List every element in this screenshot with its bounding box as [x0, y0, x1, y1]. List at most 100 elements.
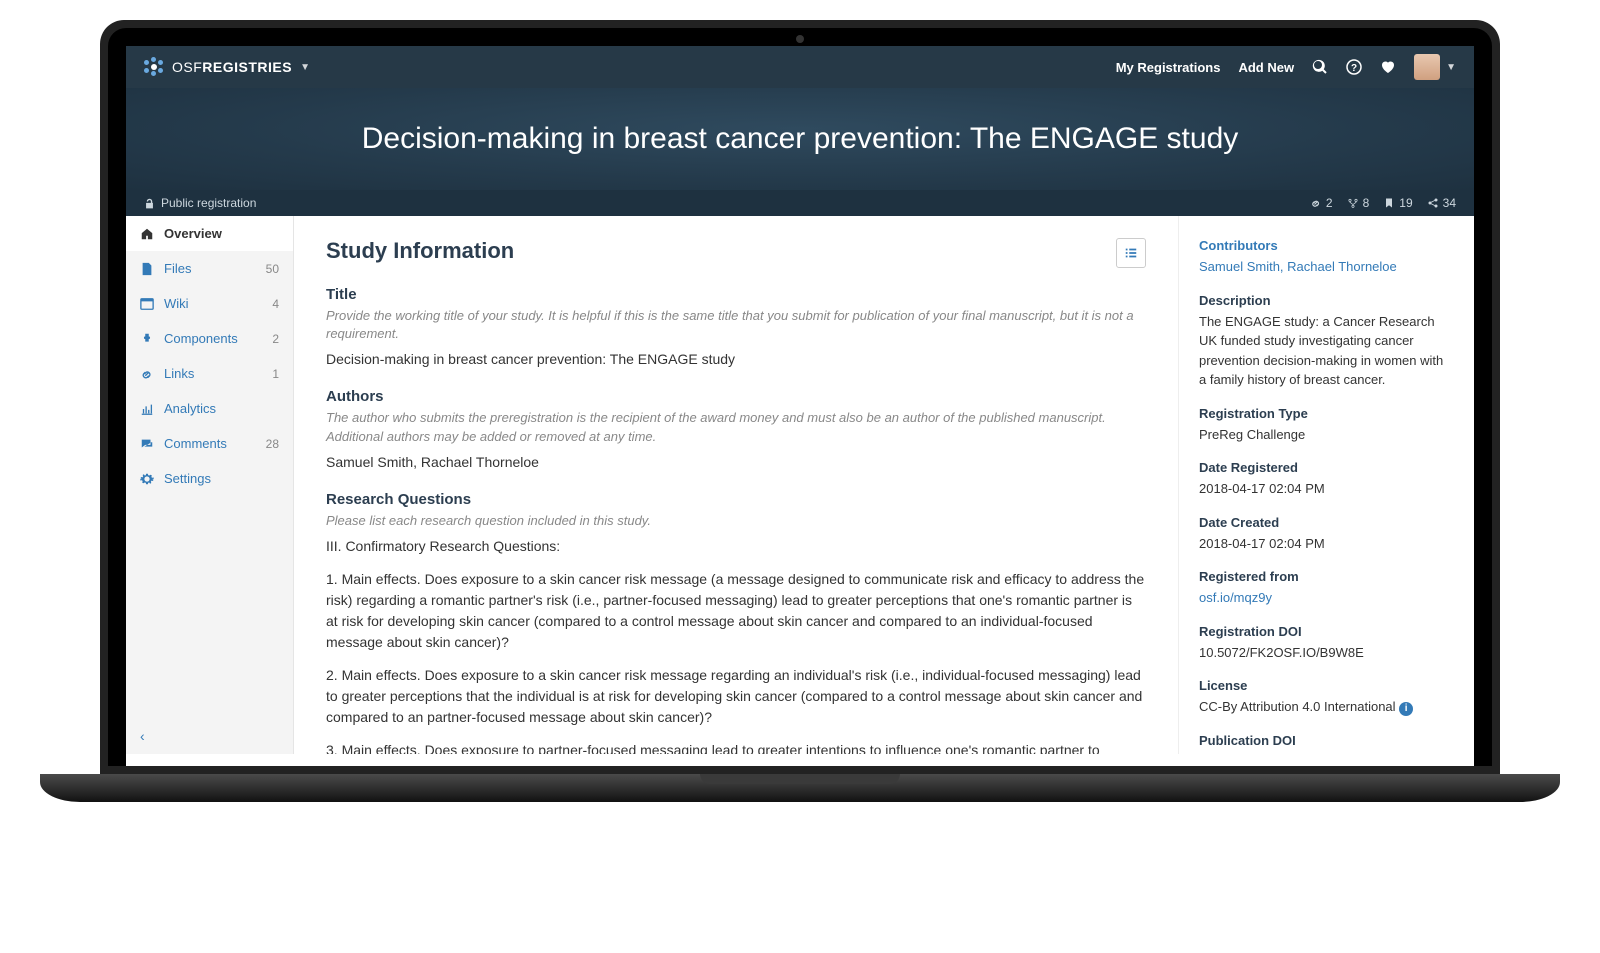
meta-label: Description: [1199, 293, 1454, 308]
stat-forks[interactable]: 8: [1347, 196, 1370, 210]
sidebar-item-label: Wiki: [164, 296, 262, 311]
meta-value: The ENGAGE study: a Cancer Research UK f…: [1199, 312, 1454, 390]
sidebar-item-files[interactable]: Files 50: [126, 251, 293, 286]
meta-date-registered: Date Registered 2018-04-17 02:04 PM: [1199, 460, 1454, 499]
sidebar-item-label: Comments: [164, 436, 256, 451]
sidebar-item-label: Overview: [164, 226, 269, 241]
top-nav: OSFREGISTRIES ▼ My Registrations Add New…: [126, 46, 1474, 88]
field-hint: Provide the working title of your study.…: [326, 307, 1146, 343]
link-icon: [140, 367, 154, 381]
sidebar-item-overview[interactable]: Overview: [126, 216, 293, 251]
meta-publication-doi: Publication DOI 10.5072/FK2OSF.IO/B9W8E: [1199, 733, 1454, 755]
meta-label: Date Registered: [1199, 460, 1454, 475]
meta-value: 10.5072/FK2OSF.IO/B9W8E: [1199, 643, 1454, 663]
sidebar-item-settings[interactable]: Settings: [126, 461, 293, 496]
gear-icon: [140, 472, 154, 486]
meta-value: PreReg Challenge: [1199, 425, 1454, 445]
link-icon: [1310, 197, 1322, 209]
file-icon: [140, 262, 154, 276]
svg-text:?: ?: [1351, 63, 1357, 74]
stat-links[interactable]: 2: [1310, 196, 1333, 210]
chart-icon: [140, 402, 154, 416]
meta-label: License: [1199, 678, 1454, 693]
field-hint: Please list each research question inclu…: [326, 512, 1146, 530]
nav-my-registrations[interactable]: My Registrations: [1116, 60, 1221, 75]
meta-description: Description The ENGAGE study: a Cancer R…: [1199, 293, 1454, 390]
meta-value: 10.5072/FK2OSF.IO/B9W8E: [1199, 752, 1454, 755]
status-bar: Public registration 2 8 19: [126, 190, 1474, 216]
meta-value: CC-By Attribution 4.0 International: [1199, 699, 1396, 714]
search-icon[interactable]: [1312, 59, 1328, 75]
fork-icon: [1347, 197, 1359, 209]
meta-label: Publication DOI: [1199, 733, 1454, 748]
sidebar-item-links[interactable]: Links 1: [126, 356, 293, 391]
bookmark-icon: [1383, 197, 1395, 209]
stat-shares[interactable]: 34: [1427, 196, 1456, 210]
avatar: [1414, 54, 1440, 80]
heart-icon[interactable]: [1380, 59, 1396, 75]
rq-item: 3. Main effects. Does exposure to partne…: [326, 740, 1146, 754]
field-hint: The author who submits the preregistrati…: [326, 409, 1146, 445]
field-value: Samuel Smith, Rachael Thorneloe: [326, 452, 1146, 473]
sidebar-item-analytics[interactable]: Analytics: [126, 391, 293, 426]
meta-license: License CC-By Attribution 4.0 Internatio…: [1199, 678, 1454, 717]
toc-button[interactable]: [1116, 238, 1146, 268]
brand-dropdown[interactable]: OSFREGISTRIES ▼: [144, 57, 310, 77]
osf-logo-icon: [144, 57, 164, 77]
field-label: Authors: [326, 388, 1146, 405]
rq-item: 1. Main effects. Does exposure to a skin…: [326, 569, 1146, 653]
meta-date-created: Date Created 2018-04-17 02:04 PM: [1199, 515, 1454, 554]
sidebar-item-label: Links: [164, 366, 262, 381]
meta-label: Registration DOI: [1199, 624, 1454, 639]
sidebar-collapse-button[interactable]: ‹: [140, 728, 145, 744]
caret-down-icon: ▼: [300, 62, 310, 73]
field-research-questions: Research Questions Please list each rese…: [326, 491, 1146, 754]
share-icon: [1427, 197, 1439, 209]
field-authors: Authors The author who submits the prere…: [326, 388, 1146, 472]
laptop-frame: OSFREGISTRIES ▼ My Registrations Add New…: [100, 20, 1500, 802]
brand-text: OSFREGISTRIES: [172, 59, 292, 75]
meta-value: 2018-04-17 02:04 PM: [1199, 479, 1454, 499]
hero-banner: Decision-making in breast cancer prevent…: [126, 88, 1474, 190]
section-heading: Study Information: [326, 238, 514, 264]
help-icon[interactable]: ?: [1346, 59, 1362, 75]
sidebar-item-label: Files: [164, 261, 256, 276]
sidebar-item-label: Settings: [164, 471, 269, 486]
meta-registered-from: Registered from osf.io/mqz9y: [1199, 569, 1454, 608]
sidebar-item-label: Analytics: [164, 401, 269, 416]
field-label: Research Questions: [326, 491, 1146, 508]
rq-item: 2. Main effects. Does exposure to a skin…: [326, 665, 1146, 728]
camera-dot: [796, 35, 804, 43]
list-icon: [1124, 246, 1138, 260]
nav-add-new[interactable]: Add New: [1238, 60, 1294, 75]
meta-registration-type: Registration Type PreReg Challenge: [1199, 406, 1454, 445]
unlock-icon: [144, 198, 155, 209]
window-icon: [140, 297, 154, 311]
meta-value: 2018-04-17 02:04 PM: [1199, 534, 1454, 554]
sidebar: Overview Files 50 Wiki 4: [126, 216, 294, 754]
metadata-panel: Contributors Samuel Smith, Rachael Thorn…: [1178, 216, 1474, 754]
main-content: Study Information Title Provide the work…: [294, 216, 1178, 754]
screen: OSFREGISTRIES ▼ My Registrations Add New…: [126, 46, 1474, 766]
sidebar-item-comments[interactable]: Comments 28: [126, 426, 293, 461]
sidebar-item-components[interactable]: Components 2: [126, 321, 293, 356]
rq-intro: III. Confirmatory Research Questions:: [326, 536, 1146, 557]
comments-icon: [140, 437, 154, 451]
meta-label: Registered from: [1199, 569, 1454, 584]
stat-bookmarks[interactable]: 19: [1383, 196, 1412, 210]
meta-contributors: Contributors Samuel Smith, Rachael Thorn…: [1199, 238, 1454, 277]
field-value: Decision-making in breast cancer prevent…: [326, 349, 1146, 370]
registered-from-link[interactable]: osf.io/mqz9y: [1199, 590, 1272, 605]
field-title: Title Provide the working title of your …: [326, 286, 1146, 370]
contributor-link[interactable]: Samuel Smith, Rachael Thorneloe: [1199, 259, 1397, 274]
info-icon[interactable]: i: [1399, 702, 1413, 716]
sidebar-item-label: Components: [164, 331, 262, 346]
visibility-label: Public registration: [161, 196, 256, 210]
meta-registration-doi: Registration DOI 10.5072/FK2OSF.IO/B9W8E: [1199, 624, 1454, 663]
meta-label: Registration Type: [1199, 406, 1454, 421]
field-label: Title: [326, 286, 1146, 303]
contributors-link[interactable]: Contributors: [1199, 238, 1278, 253]
sidebar-item-wiki[interactable]: Wiki 4: [126, 286, 293, 321]
meta-label: Date Created: [1199, 515, 1454, 530]
user-menu[interactable]: ▼: [1414, 54, 1456, 80]
